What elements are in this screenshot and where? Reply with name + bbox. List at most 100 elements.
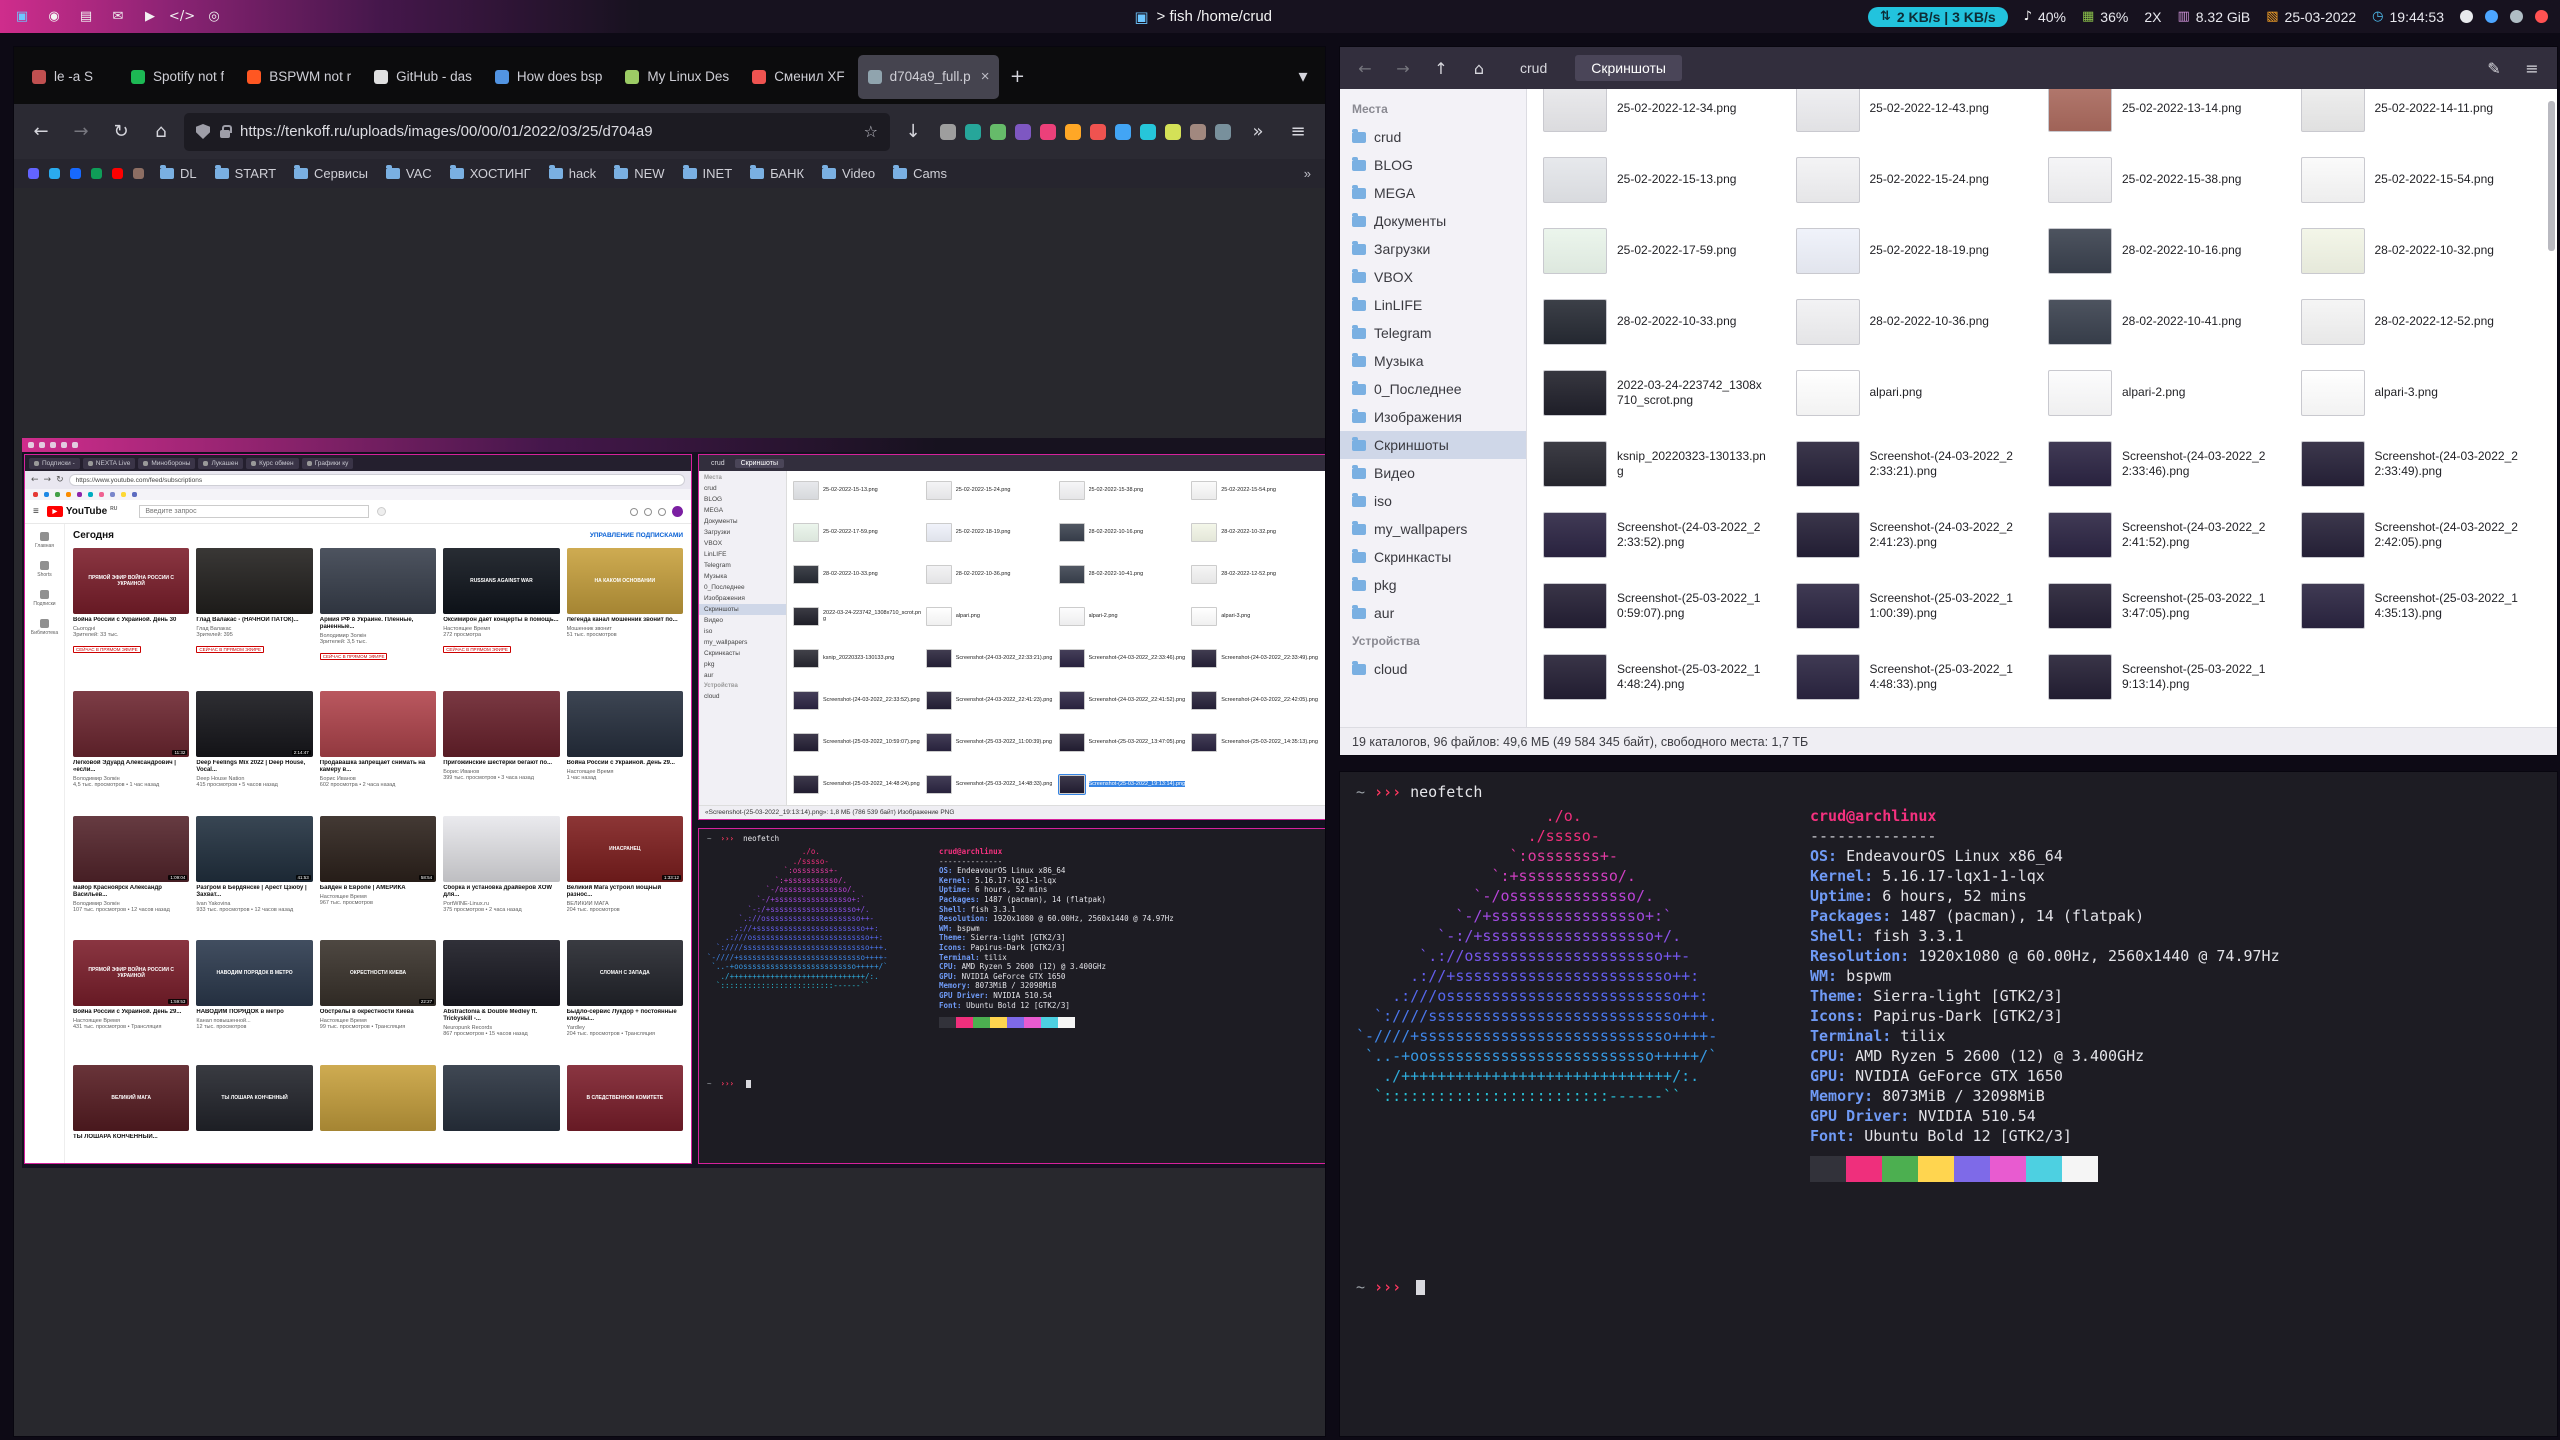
sidebar-place[interactable]: VBOX: [1340, 263, 1526, 291]
keyboard-layout-module[interactable]: 2X: [2144, 9, 2161, 25]
sidebar-place[interactable]: Видео: [1340, 459, 1526, 487]
forward-button[interactable]: →: [64, 115, 98, 149]
file-item[interactable]: 28-02-2022-10-16.png: [2042, 215, 2295, 286]
sidebar-place[interactable]: LinLIFE: [1340, 291, 1526, 319]
file-item[interactable]: 25-02-2022-12-34.png: [1537, 89, 1790, 144]
file-item[interactable]: alpari-2.png: [2042, 357, 2295, 428]
workspace-icon[interactable]: </>: [170, 5, 194, 29]
workspace-icon[interactable]: ◎: [202, 5, 226, 29]
file-item[interactable]: Screenshot-(25-03-2022_13:47:05).png: [2042, 570, 2295, 641]
browser-tab[interactable]: My Linux Des: [615, 55, 739, 99]
file-item[interactable]: 28-02-2022-10-41.png: [2042, 286, 2295, 357]
bookmark-item[interactable]: START: [215, 166, 276, 181]
extension-icon[interactable]: [940, 124, 956, 140]
extension-icon[interactable]: [1115, 124, 1131, 140]
extension-icon[interactable]: [1165, 124, 1181, 140]
url-input[interactable]: [240, 123, 854, 140]
tray-icon[interactable]: [2460, 10, 2473, 23]
sidebar-place[interactable]: Загрузки: [1340, 235, 1526, 263]
sidebar-place[interactable]: Скринкасты: [1340, 543, 1526, 571]
forward-button[interactable]: →: [1390, 55, 1416, 81]
browser-tab[interactable]: BSPWM not r: [237, 55, 361, 99]
file-item[interactable]: 25-02-2022-17-59.png: [1537, 215, 1790, 286]
reload-button[interactable]: ↻: [104, 115, 138, 149]
url-bar[interactable]: ☆: [184, 113, 890, 151]
bookmark-icon[interactable]: [133, 168, 144, 179]
file-item[interactable]: 25-02-2022-18-19.png: [1790, 215, 2043, 286]
sidebar-place[interactable]: crud: [1340, 123, 1526, 151]
extension-icon[interactable]: [1190, 124, 1206, 140]
bookmark-item[interactable]: Video: [822, 166, 875, 181]
file-item[interactable]: Screenshot-(25-03-2022_14:35:13).png: [2295, 570, 2548, 641]
file-item[interactable]: 25-02-2022-13-14.png: [2042, 89, 2295, 144]
file-item[interactable]: ksnip_20220323-130133.png: [1537, 428, 1790, 499]
bookmark-icon[interactable]: [91, 168, 102, 179]
extension-icon[interactable]: [1090, 124, 1106, 140]
file-item[interactable]: 25-02-2022-15-54.png: [2295, 144, 2548, 215]
file-item[interactable]: Screenshot-(24-03-2022_22:33:52).png: [1537, 499, 1790, 570]
file-item[interactable]: 25-02-2022-14-11.png: [2295, 89, 2548, 144]
file-item[interactable]: Screenshot-(25-03-2022_14:48:24).png: [1537, 641, 1790, 712]
browser-tab[interactable]: d704a9_full.p ×: [858, 55, 1000, 99]
file-item[interactable]: 25-02-2022-15-38.png: [2042, 144, 2295, 215]
tray-icon[interactable]: [2510, 10, 2523, 23]
path-segment-current[interactable]: Скриншоты: [1575, 55, 1682, 81]
tray-icon[interactable]: [2485, 10, 2498, 23]
menu-button[interactable]: ≡: [1281, 115, 1315, 149]
bookmark-item[interactable]: Сервисы: [294, 166, 368, 181]
file-item[interactable]: 25-02-2022-15-24.png: [1790, 144, 2043, 215]
file-item[interactable]: Screenshot-(25-03-2022_10:59:07).png: [1537, 570, 1790, 641]
volume-module[interactable]: ♪ 40%: [2024, 9, 2066, 25]
file-item[interactable]: Screenshot-(24-03-2022_22:33:49).png: [2295, 428, 2548, 499]
file-item[interactable]: alpari.png: [1790, 357, 2043, 428]
bookmark-item[interactable]: ХОСТИНГ: [450, 166, 531, 181]
file-item[interactable]: Screenshot-(25-03-2022_19:13:14).png: [2042, 641, 2295, 712]
menu-icon[interactable]: ≡: [2519, 55, 2545, 81]
browser-tab[interactable]: Spotify not f: [121, 55, 234, 99]
tab-close-icon[interactable]: ×: [979, 68, 990, 85]
sidebar-place[interactable]: Telegram: [1340, 319, 1526, 347]
path-segment-home[interactable]: crud: [1504, 55, 1563, 81]
tab-list-button[interactable]: ▾: [1289, 63, 1317, 91]
file-item[interactable]: 28-02-2022-10-33.png: [1537, 286, 1790, 357]
extension-icon[interactable]: [1140, 124, 1156, 140]
downloads-button[interactable]: ↓: [896, 115, 930, 149]
bookmark-item[interactable]: NEW: [614, 166, 664, 181]
file-item[interactable]: 25-02-2022-12-43.png: [1790, 89, 2043, 144]
viewed-image[interactable]: Подписки -NEXTA LiveМинобороныЛукашенКур…: [22, 438, 1325, 1168]
extension-icon[interactable]: [1065, 124, 1081, 140]
clock-module[interactable]: ◷ 19:44:53: [2372, 9, 2444, 25]
sidebar-place[interactable]: MEGA: [1340, 179, 1526, 207]
new-tab-button[interactable]: +: [1003, 63, 1031, 91]
sidebar-place[interactable]: iso: [1340, 487, 1526, 515]
extension-icon[interactable]: [1015, 124, 1031, 140]
file-item[interactable]: 28-02-2022-10-32.png: [2295, 215, 2548, 286]
file-item[interactable]: alpari-3.png: [2295, 357, 2548, 428]
home-button[interactable]: ⌂: [1466, 55, 1492, 81]
back-button[interactable]: ←: [1352, 55, 1378, 81]
tray-icon[interactable]: [2535, 10, 2548, 23]
sidebar-place[interactable]: Музыка: [1340, 347, 1526, 375]
memory-module[interactable]: ▥ 8.32 GiB: [2177, 9, 2250, 25]
network-speed-module[interactable]: ⇅ 2 KB/s | 3 KB/s: [1868, 7, 2008, 27]
edit-icon[interactable]: ✎: [2481, 55, 2507, 81]
browser-tab[interactable]: GitHub - das: [364, 55, 482, 99]
sidebar-place[interactable]: Изображения: [1340, 403, 1526, 431]
date-module[interactable]: ▧ 25-03-2022: [2266, 9, 2356, 25]
scrollbar-thumb[interactable]: [2548, 101, 2555, 251]
sidebar-place[interactable]: my_wallpapers: [1340, 515, 1526, 543]
file-item[interactable]: Screenshot-(24-03-2022_22:42:05).png: [2295, 499, 2548, 570]
bookmark-item[interactable]: VAC: [386, 166, 432, 181]
home-button[interactable]: ⌂: [144, 115, 178, 149]
bookmark-star-icon[interactable]: ☆: [864, 122, 878, 141]
file-item[interactable]: Screenshot-(24-03-2022_22:33:46).png: [2042, 428, 2295, 499]
file-item[interactable]: Screenshot-(25-03-2022_14:48:33).png: [1790, 641, 2043, 712]
browser-tab[interactable]: le -a S: [22, 55, 118, 99]
workspace-icon[interactable]: ✉: [106, 5, 130, 29]
file-item[interactable]: 25-02-2022-15-13.png: [1537, 144, 1790, 215]
workspace-icon[interactable]: ◉: [42, 5, 66, 29]
file-item[interactable]: 2022-03-24-223742_1308x710_scrot.png: [1537, 357, 1790, 428]
cpu-module[interactable]: ▦ 36%: [2082, 9, 2128, 25]
shield-icon[interactable]: [196, 124, 210, 139]
sidebar-place[interactable]: Скриншоты: [1340, 431, 1526, 459]
